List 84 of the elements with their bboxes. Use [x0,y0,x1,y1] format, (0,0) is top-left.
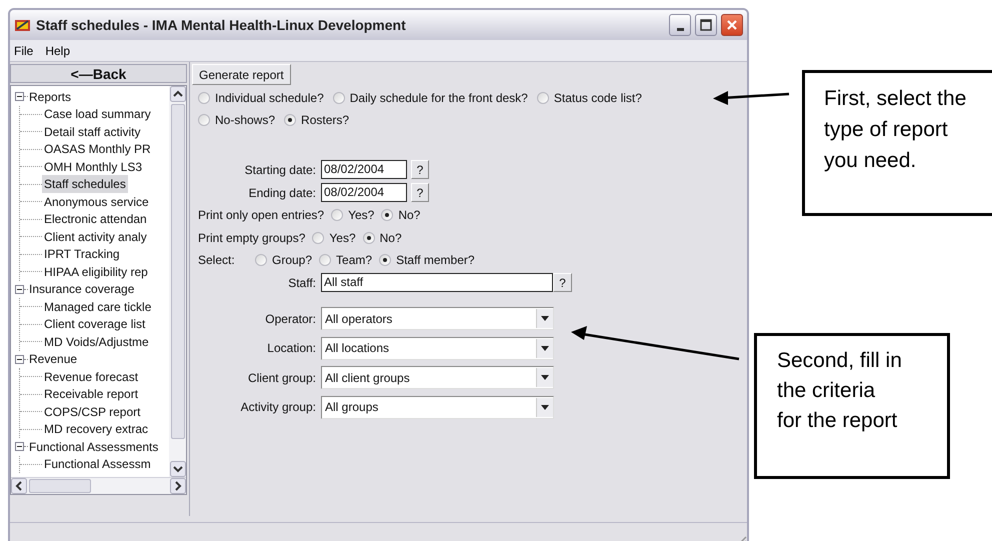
callout-text: Second, fill in the criteria for the report [777,348,903,434]
close-button[interactable] [721,14,743,36]
tree-item[interactable]: Insurance coverage [28,280,136,298]
radio-option[interactable]: Staff member? [379,251,475,270]
scroll-thumb[interactable] [29,479,91,493]
field-label: Operator: [264,310,317,328]
collapse-icon[interactable] [15,354,24,364]
date-field[interactable]: 08/02/2004 [321,183,407,202]
menu-item[interactable]: Help [45,42,70,60]
menu-item[interactable]: File [14,42,34,60]
maximize-button[interactable] [695,14,717,36]
tree-item[interactable]: IPRT Tracking [42,245,122,264]
radio-option[interactable]: Yes? [312,228,356,247]
tree-item[interactable]: Staff schedules [42,175,128,194]
dropdown[interactable]: All groups [321,396,554,419]
minimize-button[interactable] [669,14,691,36]
generate-report-button[interactable]: Generate report [192,64,291,85]
tree-item[interactable]: Electronic attendan [42,210,149,228]
tree-item[interactable]: OMH Monthly LS3 [42,158,144,176]
field-label: Staff: [287,274,317,292]
horizontal-scrollbar[interactable] [11,477,186,494]
back-button[interactable]: <—Back [10,64,187,83]
radio-option[interactable]: No? [381,206,420,224]
scroll-thumb[interactable] [170,104,184,439]
help-button[interactable]: ? [411,183,429,202]
scroll-down-icon [170,461,186,477]
help-button[interactable]: ? [411,160,429,179]
collapse-icon[interactable] [15,442,24,452]
radio-option[interactable]: Group? [255,251,312,270]
maximize-icon [700,19,712,31]
radio-option[interactable]: No-shows? [198,110,276,128]
dropdown-value: All client groups [325,370,411,387]
field-label: Starting date: [244,162,317,178]
callout-text: First, select the type of report you need. [824,86,968,174]
tree-item[interactable]: Case load summary [42,105,153,124]
field-label: Print only open entries? [198,207,324,224]
radio-option[interactable]: Rosters? [284,110,350,128]
date-field[interactable]: 08/02/2004 [321,160,407,179]
radio-option[interactable]: Individual schedule? [198,88,324,106]
radio-option[interactable]: Daily schedule for the front desk? [332,88,528,106]
close-icon [726,19,738,31]
tree-item[interactable]: OASAS Monthly PR [42,140,153,158]
tree-item[interactable]: Functional Assessm [42,455,153,474]
radio-option[interactable]: Status code list? [536,88,642,106]
dropdown-value: All operators [325,310,394,328]
field-label: Location: [266,340,317,358]
staff-field[interactable]: All staff [321,273,553,292]
tree-item[interactable]: HIPAA eligibility rep [42,262,150,281]
field-label: Print empty groups? [198,230,306,247]
dropdown[interactable]: All locations [321,336,554,360]
scroll-left-icon [11,478,27,494]
app-icon [14,17,32,33]
tree-item[interactable]: Functional Assessments [28,438,160,456]
tree-item[interactable]: Client coverage list [42,315,148,334]
field-label: Ending date: [248,184,317,202]
field-label: Activity group: [240,399,317,416]
dropdown[interactable]: All operators [321,307,554,330]
dropdown[interactable]: All client groups [321,366,554,390]
tree-item[interactable]: MD Voids/Adjustme [42,332,151,351]
field-label: Client group: [246,370,317,387]
tree-item[interactable]: Managed care tickle [42,298,154,316]
radio-option[interactable]: Team? [319,251,372,270]
collapse-icon[interactable] [15,92,24,102]
tree-item[interactable]: Reports [28,88,72,106]
vertical-scrollbar[interactable] [169,86,186,477]
help-button[interactable]: ? [553,273,572,292]
tree-item[interactable]: Anonymous service [42,192,151,211]
tree-item[interactable]: COPS/CSP report [42,402,142,421]
tree-item[interactable]: MD recovery extrac [42,420,150,438]
collapse-icon[interactable] [15,284,24,294]
tree-item[interactable]: Revenue [28,350,78,368]
tree-item[interactable]: Receivable report [42,385,140,404]
minimize-icon [676,28,684,31]
tree-item[interactable]: Revenue forecast [42,368,140,386]
dropdown-value: All groups [325,399,380,416]
tree-item[interactable]: Client activity analy [42,228,149,246]
radio-option[interactable]: No? [362,228,402,247]
window-title: Staff schedules - IMA Mental Health-Linux Development [36,16,407,35]
radio-option[interactable]: Yes? [331,206,374,224]
scroll-right-icon [170,478,186,494]
scroll-up-icon [170,86,186,102]
dropdown-value: All locations [325,340,390,358]
field-label: Select: [198,252,236,270]
tree-item[interactable]: Detail staff activity [42,122,142,141]
